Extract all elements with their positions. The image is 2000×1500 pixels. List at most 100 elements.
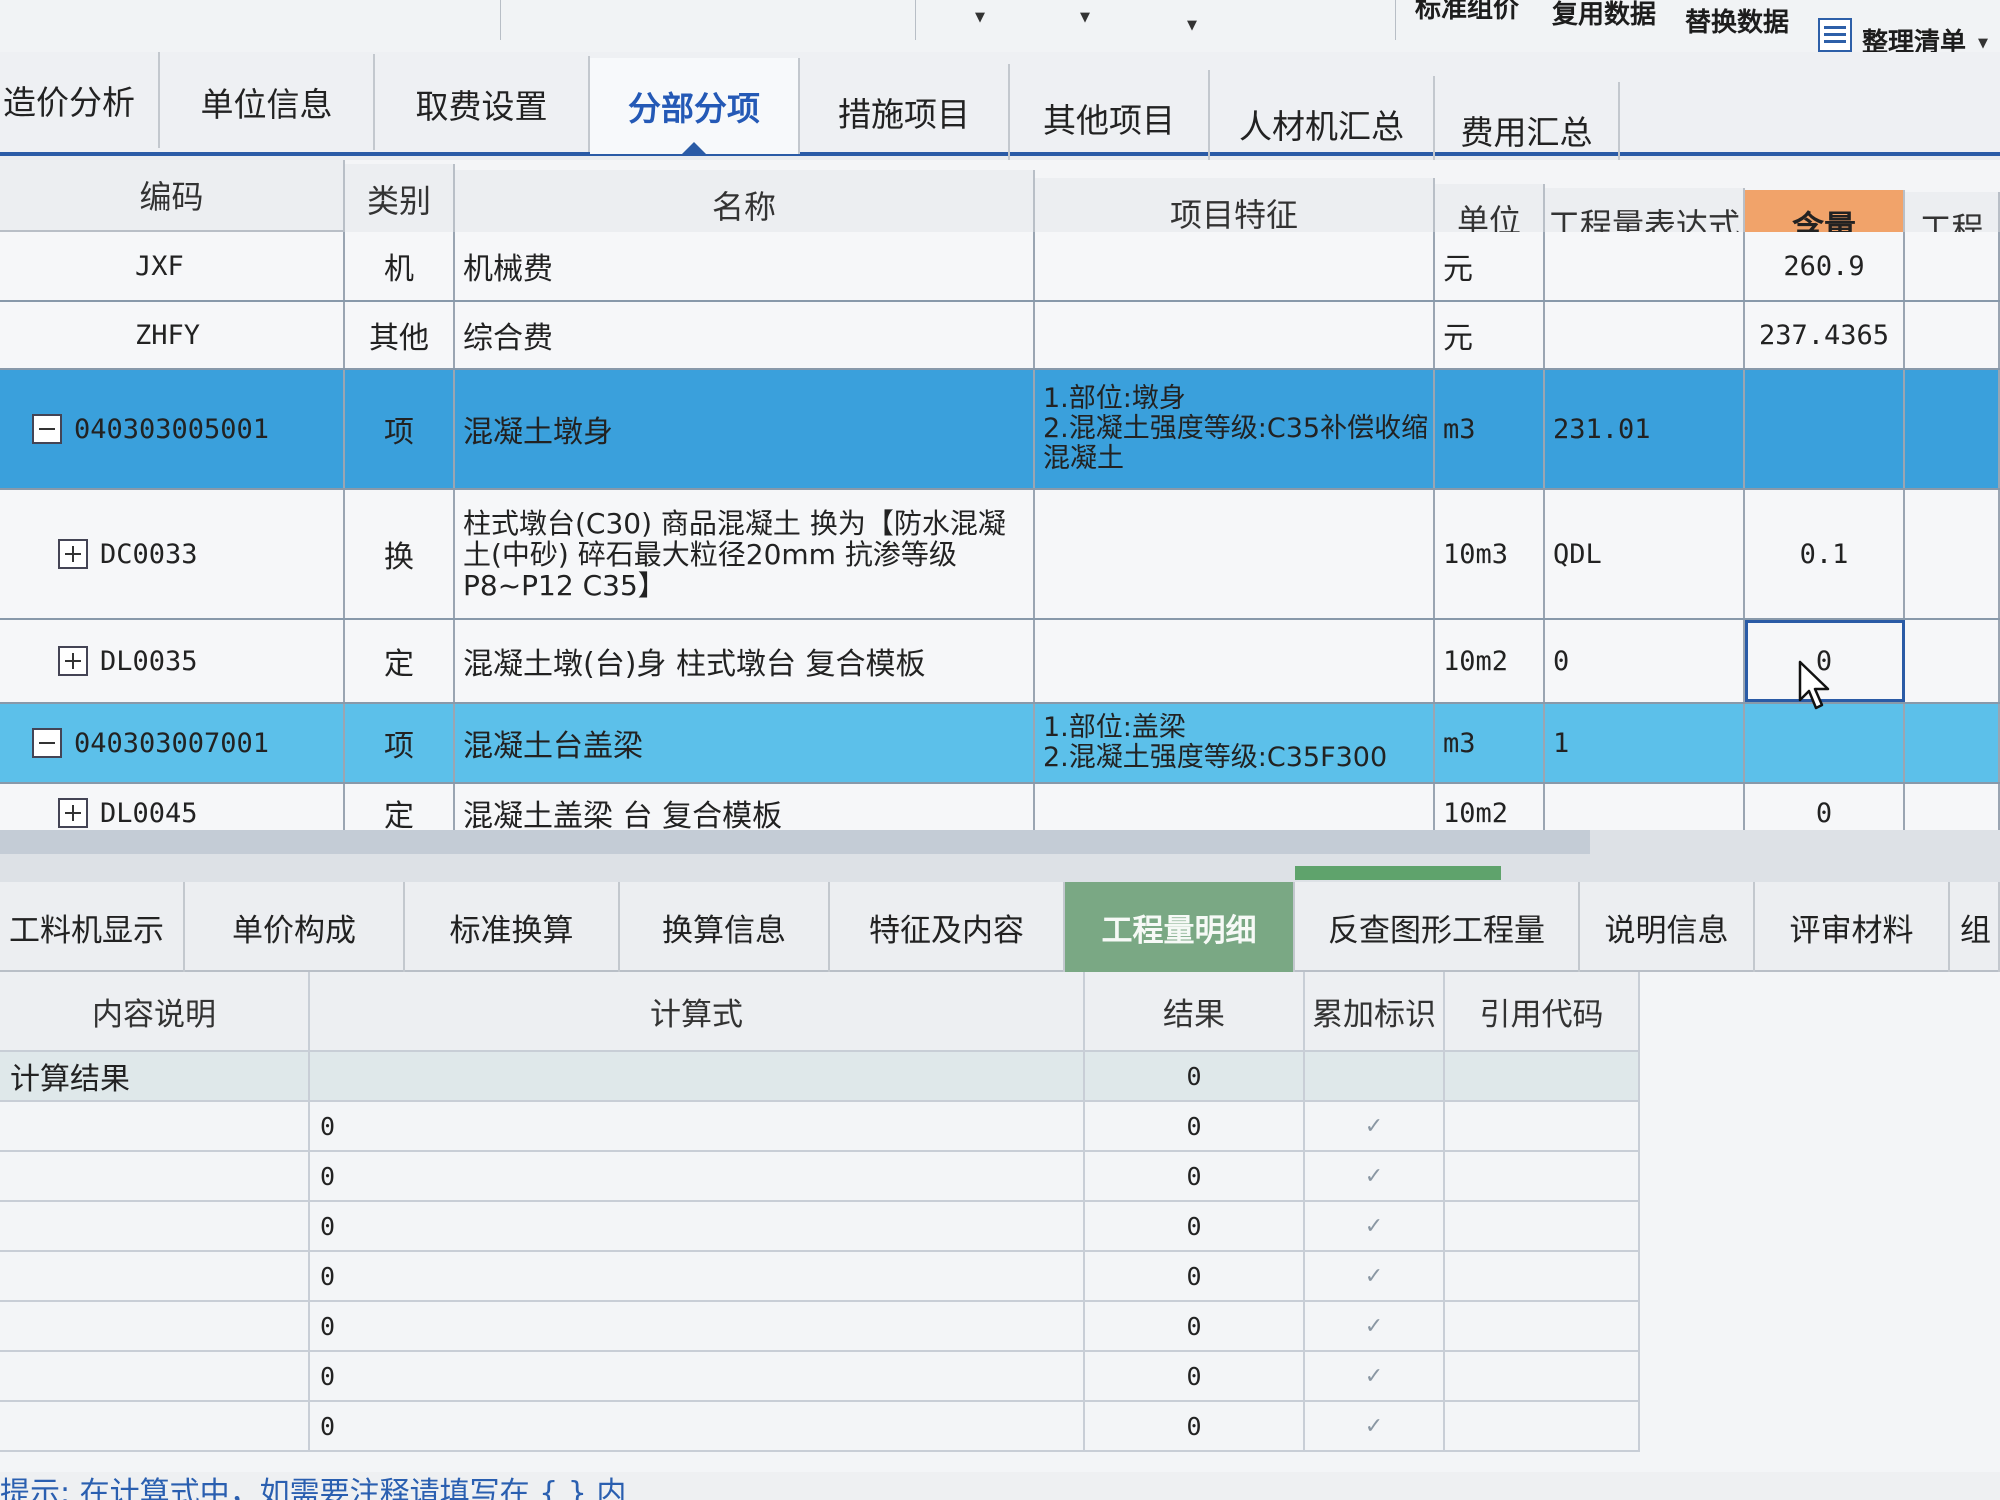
tab-other-items[interactable]: 其他项目	[1010, 70, 1210, 166]
cell-type[interactable]: 定	[345, 620, 455, 702]
cell-quantity[interactable]	[1905, 232, 2000, 300]
collapse-icon[interactable]	[32, 728, 62, 758]
cell-quantity[interactable]	[1905, 302, 2000, 368]
cell-quantity[interactable]	[1905, 704, 2000, 782]
cell-feature[interactable]: 1.部位:墩身 2.混凝土强度等级:C35补偿收缩混凝土	[1035, 370, 1435, 488]
cell-result[interactable]: 0	[1085, 1302, 1305, 1350]
cell-code[interactable]: 040303005001	[0, 370, 345, 488]
cell-type[interactable]: 其他	[345, 302, 455, 368]
tab-reverse-graphic-quantity[interactable]: 反查图形工程量	[1295, 882, 1580, 972]
table-row[interactable]: ZHFY 其他 综合费 元 237.4365	[0, 302, 2000, 370]
tab-labor-material-display[interactable]: 工料机显示	[0, 882, 185, 972]
cell-content[interactable]	[1745, 704, 1905, 782]
cell-name[interactable]: 机械费	[455, 232, 1035, 300]
cell-description[interactable]	[0, 1202, 310, 1250]
check-icon[interactable]: ✓	[1305, 1302, 1445, 1350]
cell-type[interactable]: 定	[345, 784, 455, 830]
table-row[interactable]: 0 0 ✓	[0, 1252, 1640, 1302]
table-row[interactable]: DC0033 换 柱式墩台(C30) 商品混凝土 换为【防水混凝土(中砂) 碎石…	[0, 490, 2000, 620]
tab-labor-material-summary[interactable]: 人材机汇总	[1210, 76, 1435, 172]
cell-feature[interactable]	[1035, 232, 1435, 300]
cell-expression[interactable]: 231.01	[1545, 370, 1745, 488]
tab-fee-settings[interactable]: 取费设置	[375, 56, 590, 152]
dropdown-arrow-icon[interactable]: ▼	[1978, 36, 1988, 51]
expand-icon[interactable]	[58, 798, 88, 828]
cell-formula[interactable]: 0	[310, 1402, 1085, 1450]
table-row[interactable]: 0 0 ✓	[0, 1302, 1640, 1352]
table-row[interactable]: 0 0 ✓	[0, 1102, 1640, 1152]
cell-expression[interactable]	[1545, 784, 1745, 830]
cell-quantity[interactable]	[1905, 490, 2000, 618]
cell-expression[interactable]	[1545, 232, 1745, 300]
column-header-formula[interactable]: 计算式	[310, 972, 1085, 1052]
cell-expression[interactable]	[1545, 302, 1745, 368]
cell-result[interactable]: 0	[1085, 1052, 1305, 1100]
tab-quantity-detail[interactable]: 工程量明细	[1065, 882, 1295, 972]
cell-formula[interactable]	[310, 1052, 1085, 1100]
cell-code[interactable]: DL0035	[0, 620, 345, 702]
cell-unit[interactable]: m3	[1435, 704, 1545, 782]
list-icon[interactable]	[1818, 18, 1852, 52]
cell-description[interactable]	[0, 1152, 310, 1200]
cell-content[interactable]: 237.4365	[1745, 302, 1905, 368]
tab-standard-conversion[interactable]: 标准换算	[405, 882, 620, 972]
cell-result[interactable]: 0	[1085, 1152, 1305, 1200]
tab-group[interactable]: 组	[1950, 882, 2000, 972]
table-row[interactable]: JXF 机 机械费 元 260.9	[0, 232, 2000, 302]
cell-code[interactable]: 040303007001	[0, 704, 345, 782]
cell-feature[interactable]	[1035, 784, 1435, 830]
cell-unit[interactable]: 10m2	[1435, 620, 1545, 702]
table-row[interactable]: 0 0 ✓	[0, 1202, 1640, 1252]
cell-reference-code[interactable]	[1445, 1302, 1640, 1350]
cell-expression[interactable]: 0	[1545, 620, 1745, 702]
cell-reference-code[interactable]	[1445, 1252, 1640, 1300]
column-header-description[interactable]: 内容说明	[0, 972, 310, 1052]
cell-type[interactable]: 机	[345, 232, 455, 300]
table-row[interactable]: DL0035 定 混凝土墩(台)身 柱式墩台 复合模板 10m2 0 0	[0, 620, 2000, 704]
cell-reference-code[interactable]	[1445, 1102, 1640, 1150]
dropdown-arrow-icon[interactable]: ▼	[1187, 18, 1197, 33]
tab-sub-items[interactable]: 分部分项	[590, 58, 800, 154]
expand-icon[interactable]	[58, 539, 88, 569]
cell-code[interactable]: ZHFY	[0, 302, 345, 368]
column-header-result[interactable]: 结果	[1085, 972, 1305, 1052]
cell-name[interactable]: 混凝土墩身	[455, 370, 1035, 488]
column-header-type[interactable]: 类别	[345, 164, 455, 236]
tab-unit-price-composition[interactable]: 单价构成	[185, 882, 405, 972]
cell-name[interactable]: 混凝土盖梁 台 复合模板	[455, 784, 1035, 830]
standard-pricing-button[interactable]: 标准组价	[1415, 0, 1519, 25]
cell-unit[interactable]: 10m2	[1435, 784, 1545, 830]
cell-name[interactable]: 柱式墩台(C30) 商品混凝土 换为【防水混凝土(中砂) 碎石最大粒径20mm …	[455, 490, 1035, 618]
cell-quantity[interactable]	[1905, 784, 2000, 830]
table-row[interactable]: 0 0 ✓	[0, 1352, 1640, 1402]
cell-type[interactable]: 项	[345, 704, 455, 782]
table-row[interactable]: 040303005001 项 混凝土墩身 1.部位:墩身 2.混凝土强度等级:C…	[0, 370, 2000, 490]
cell-description[interactable]	[0, 1252, 310, 1300]
cell-feature[interactable]	[1035, 302, 1435, 368]
cell-content[interactable]: 260.9	[1745, 232, 1905, 300]
cell-description[interactable]	[0, 1102, 310, 1150]
check-icon[interactable]: ✓	[1305, 1402, 1445, 1450]
cell-quantity[interactable]	[1905, 620, 2000, 702]
cell-feature[interactable]: 1.部位:盖梁 2.混凝土强度等级:C35F300	[1035, 704, 1435, 782]
pane-splitter[interactable]	[0, 830, 2000, 882]
cell-formula[interactable]: 0	[310, 1252, 1085, 1300]
check-icon[interactable]: ✓	[1305, 1352, 1445, 1400]
cell-description[interactable]	[0, 1302, 310, 1350]
cell-code[interactable]: JXF	[0, 232, 345, 300]
column-header-accumulate[interactable]: 累加标识	[1305, 972, 1445, 1052]
tab-cost-analysis[interactable]: 造价分析	[0, 52, 160, 148]
cell-content[interactable]	[1745, 370, 1905, 488]
tab-unit-info[interactable]: 单位信息	[160, 54, 375, 150]
cell-name[interactable]: 综合费	[455, 302, 1035, 368]
collapse-icon[interactable]	[32, 414, 62, 444]
cell-description[interactable]	[0, 1402, 310, 1450]
check-icon[interactable]: ✓	[1305, 1102, 1445, 1150]
cell-content[interactable]: 0	[1745, 784, 1905, 830]
expand-icon[interactable]	[58, 646, 88, 676]
cell-reference-code[interactable]	[1445, 1352, 1640, 1400]
cell-unit[interactable]: 元	[1435, 232, 1545, 300]
table-row[interactable]: DL0045 定 混凝土盖梁 台 复合模板 10m2 0	[0, 784, 2000, 830]
reuse-data-button[interactable]: 复用数据	[1552, 0, 1656, 31]
cell-formula[interactable]: 0	[310, 1202, 1085, 1250]
